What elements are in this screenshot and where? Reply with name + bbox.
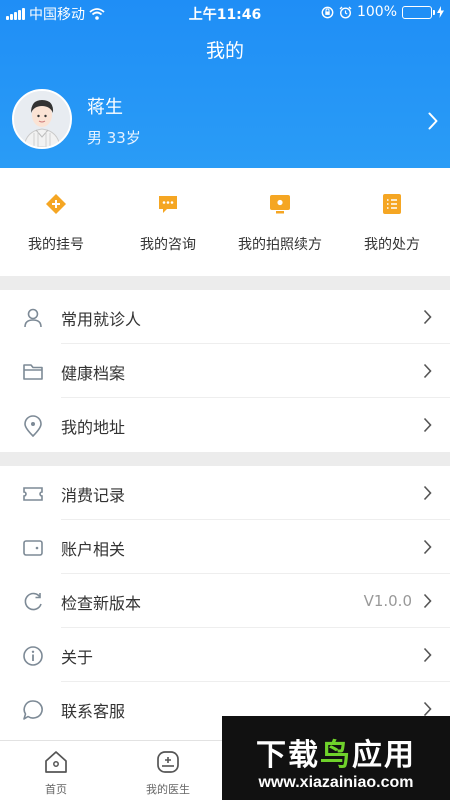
profile-card[interactable]: 蒋生 男 33岁 bbox=[0, 78, 450, 168]
version-value: V1.0.0 bbox=[363, 592, 412, 610]
prescription-list-icon bbox=[383, 194, 401, 214]
menu-label: 我的地址 bbox=[61, 418, 126, 437]
chevron-right-icon bbox=[423, 363, 432, 379]
page-title: 我的 bbox=[205, 40, 244, 62]
registration-icon bbox=[46, 194, 66, 214]
tab-home[interactable]: 首页 bbox=[0, 749, 112, 797]
menu-label: 联系客服 bbox=[61, 702, 126, 721]
quick-label: 我的拍照续方 bbox=[238, 237, 322, 253]
menu-label: 检查新版本 bbox=[61, 594, 142, 613]
battery-percent: 100% bbox=[356, 4, 397, 20]
quick-my-registration[interactable]: 我的挂号 bbox=[0, 192, 112, 254]
quick-my-consult[interactable]: 我的咨询 bbox=[112, 192, 224, 254]
chevron-right-icon bbox=[423, 485, 432, 501]
alarm-icon bbox=[339, 6, 352, 19]
status-bar: 中国移动 上午11:46 100% bbox=[0, 0, 450, 26]
menu-health-records[interactable]: 健康档案 bbox=[0, 344, 450, 398]
menu-label: 关于 bbox=[61, 648, 94, 667]
quick-label: 我的咨询 bbox=[140, 237, 196, 253]
home-icon bbox=[45, 751, 67, 773]
folder-icon bbox=[23, 364, 43, 380]
photo-prescription-icon bbox=[270, 195, 290, 214]
chat-bubble-icon bbox=[23, 700, 43, 720]
watermark-title: 下载鸟应用 bbox=[256, 738, 416, 773]
tab-label: 我的医生 bbox=[146, 783, 190, 796]
chevron-right-icon bbox=[423, 701, 432, 717]
ticket-icon bbox=[23, 487, 43, 501]
consult-chat-icon bbox=[159, 196, 177, 213]
quick-label: 我的处方 bbox=[364, 237, 420, 253]
refresh-icon bbox=[24, 592, 42, 611]
section-divider bbox=[0, 276, 450, 290]
menu-label: 健康档案 bbox=[61, 364, 126, 383]
tab-my-doctor[interactable]: 我的医生 bbox=[112, 749, 224, 797]
quick-my-prescription[interactable]: 我的处方 bbox=[336, 192, 448, 254]
rotation-lock-icon bbox=[321, 6, 334, 18]
menu-about[interactable]: 关于 bbox=[0, 628, 450, 682]
menu-account[interactable]: 账户相关 bbox=[0, 520, 450, 574]
chevron-right-icon bbox=[423, 539, 432, 555]
menu-check-update[interactable]: 检查新版本 V1.0.0 bbox=[0, 574, 450, 628]
location-icon bbox=[24, 415, 42, 437]
menu-consumption-records[interactable]: 消费记录 bbox=[0, 466, 450, 520]
menu-label: 常用就诊人 bbox=[61, 310, 142, 329]
person-icon bbox=[24, 308, 42, 328]
chevron-right-icon bbox=[423, 647, 432, 663]
section-divider bbox=[0, 452, 450, 466]
chevron-right-icon bbox=[423, 417, 432, 433]
wallet-icon bbox=[23, 540, 43, 556]
battery-icon bbox=[402, 5, 435, 19]
doctor-icon bbox=[157, 751, 179, 773]
user-name: 蒋生 bbox=[87, 97, 123, 118]
menu-label: 账户相关 bbox=[61, 540, 126, 559]
watermark-logo: 下载鸟应用 www.xiazainiao.com bbox=[222, 716, 450, 800]
menu-label: 消费记录 bbox=[61, 486, 126, 505]
tab-label: 首页 bbox=[45, 783, 67, 796]
info-icon bbox=[23, 646, 43, 666]
chevron-right-icon bbox=[423, 309, 432, 325]
quick-photo-prescription[interactable]: 我的拍照续方 bbox=[224, 192, 336, 254]
chevron-right-icon[interactable] bbox=[428, 112, 438, 130]
quick-actions: 我的挂号 我的咨询 我的拍照续方 我的处方 bbox=[0, 168, 450, 276]
watermark-url: www.xiazainiao.com bbox=[258, 774, 414, 791]
chevron-right-icon bbox=[423, 593, 432, 609]
profile-header: 中国移动 上午11:46 100% 我的 蒋生 男 33岁 bbox=[0, 0, 450, 168]
menu-frequent-patients[interactable]: 常用就诊人 bbox=[0, 290, 450, 344]
avatar[interactable] bbox=[12, 89, 72, 149]
quick-label: 我的挂号 bbox=[28, 237, 84, 253]
menu-my-address[interactable]: 我的地址 bbox=[0, 398, 450, 452]
user-gender-age: 男 33岁 bbox=[87, 129, 141, 147]
charging-icon bbox=[437, 6, 444, 18]
